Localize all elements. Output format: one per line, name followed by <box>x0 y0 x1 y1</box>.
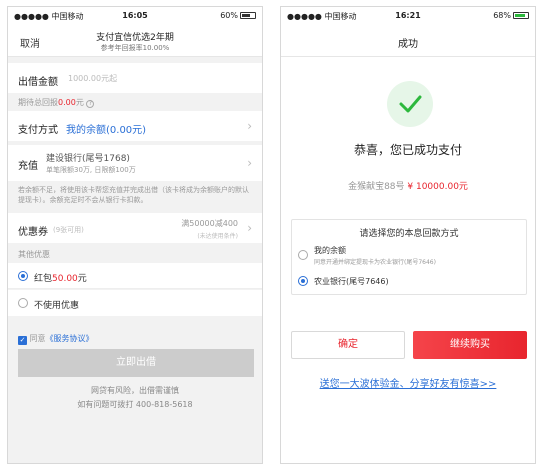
agreement-checkbox[interactable]: ✓ <box>18 336 27 345</box>
option-bank[interactable]: 农业银行(尾号7646) <box>292 272 526 290</box>
option-title: 农业银行(尾号7646) <box>314 277 389 286</box>
battery-indicator: 68% <box>493 11 529 20</box>
payment-value: 我的余额(0.00元) <box>66 125 147 136</box>
payment-summary: 金猴献宝88号 ¥ 10000.00元 <box>281 179 535 192</box>
option-desc: 同意开通并绑定提现卡为农业银行(尾号7646) <box>314 259 436 266</box>
coupon-note: (未达使用条件) <box>197 233 238 240</box>
payment-label: 支付方式 <box>18 125 58 136</box>
status-bar: ●●●●● 中国移动 16:21 68% <box>281 7 535 25</box>
choice-title: 请选择您的本息回款方式 <box>359 229 459 239</box>
left-phone-screen: ●●●●● 中国移动 16:05 60% 取消 支付宜信优选2年期 参考年回报率… <box>7 6 263 464</box>
success-message: 恭喜，您已成功支付 <box>353 143 462 157</box>
hotline-text: 如有问题可拨打 400-818-5618 <box>77 400 193 409</box>
option-title: 我的余额 <box>314 246 346 255</box>
recharge-notice: 若余额不足，将使用该卡帮您充值并完成出借（该卡将成为余额账户的默认提现卡）。余额… <box>18 186 249 204</box>
option-balance[interactable]: 我的余额 同意开通并绑定提现卡为农业银行(尾号7646) <box>292 242 526 268</box>
amount-input[interactable]: 1000.00元起 <box>68 73 117 84</box>
bonus-radio[interactable] <box>18 271 28 281</box>
continue-button[interactable]: 继续购买 <box>413 331 527 359</box>
recharge-label: 充值 <box>18 161 38 172</box>
bank-radio[interactable] <box>298 276 308 286</box>
amount-row: 出借金额 1000.00元起 <box>8 63 262 93</box>
battery-icon <box>240 12 256 19</box>
battery-indicator: 60% <box>220 11 256 20</box>
no-discount-label: 不使用优惠 <box>34 301 80 311</box>
chevron-right-icon: › <box>247 221 252 235</box>
chevron-right-icon: › <box>247 156 252 170</box>
chevron-right-icon: › <box>247 119 252 133</box>
status-bar: ●●●●● 中国移动 16:05 60% <box>8 7 262 25</box>
coupon-row[interactable]: 优惠券 (9张可用) 满50000减400 (未达使用条件) › <box>8 213 262 243</box>
nav-bar: 成功 <box>281 25 535 57</box>
coupon-count: (9张可用) <box>53 226 84 234</box>
nav-bar: 取消 支付宜信优选2年期 参考年回报率10.00% <box>8 25 262 57</box>
recharge-row[interactable]: 充值 建设银行(尾号1768) 单笔限额30万, 日限额100万 › <box>8 145 262 181</box>
no-discount-option[interactable]: 不使用优惠 <box>8 290 262 316</box>
balance-radio[interactable] <box>298 250 308 260</box>
paid-amount: ¥ 10000.00元 <box>407 182 468 192</box>
risk-warning: 网贷有风险，出借需谨慎 <box>91 386 179 395</box>
page-title: 支付宜信优选2年期 <box>96 33 174 43</box>
battery-icon <box>513 12 529 19</box>
coupon-detail: 满50000减400 <box>181 219 238 228</box>
submit-button[interactable]: 立即出借 <box>18 349 254 377</box>
success-check-icon <box>387 81 433 127</box>
other-discount-title: 其他优惠 <box>18 250 50 259</box>
recharge-bank: 建设银行(尾号1768) <box>46 154 130 164</box>
bonus-label: 红包50.00元 <box>34 274 87 284</box>
product-name: 金猴献宝88号 <box>348 182 405 192</box>
amount-label: 出借金额 <box>18 77 58 88</box>
service-agreement-link[interactable]: 《服务协议》 <box>46 334 94 343</box>
confirm-button[interactable]: 确定 <box>291 331 405 359</box>
page-subtitle: 参考年回报率10.00% <box>100 44 170 52</box>
agreement: ✓ 同意《服务协议》 <box>18 334 94 345</box>
payment-method-row[interactable]: 支付方式 我的余额(0.00元) › <box>8 111 262 141</box>
coupon-label: 优惠券 <box>18 227 48 238</box>
expected-return: 期待总回报0.00元 ? <box>18 97 95 108</box>
repayment-choice-box: 请选择您的本息回款方式 我的余额 同意开通并绑定提现卡为农业银行(尾号7646)… <box>291 219 527 295</box>
help-icon[interactable]: ? <box>86 100 95 108</box>
page-title: 成功 <box>398 39 418 50</box>
right-phone-screen: ●●●●● 中国移动 16:21 68% 成功 恭喜，您已成功支付 金猴献宝88… <box>280 6 536 464</box>
bonus-option[interactable]: 红包50.00元 <box>8 263 262 289</box>
recharge-limit: 单笔限额30万, 日限额100万 <box>46 166 136 174</box>
no-discount-radio[interactable] <box>18 298 28 308</box>
share-link[interactable]: 送您一大波体验金、分享好友有惊喜>> <box>281 375 535 390</box>
